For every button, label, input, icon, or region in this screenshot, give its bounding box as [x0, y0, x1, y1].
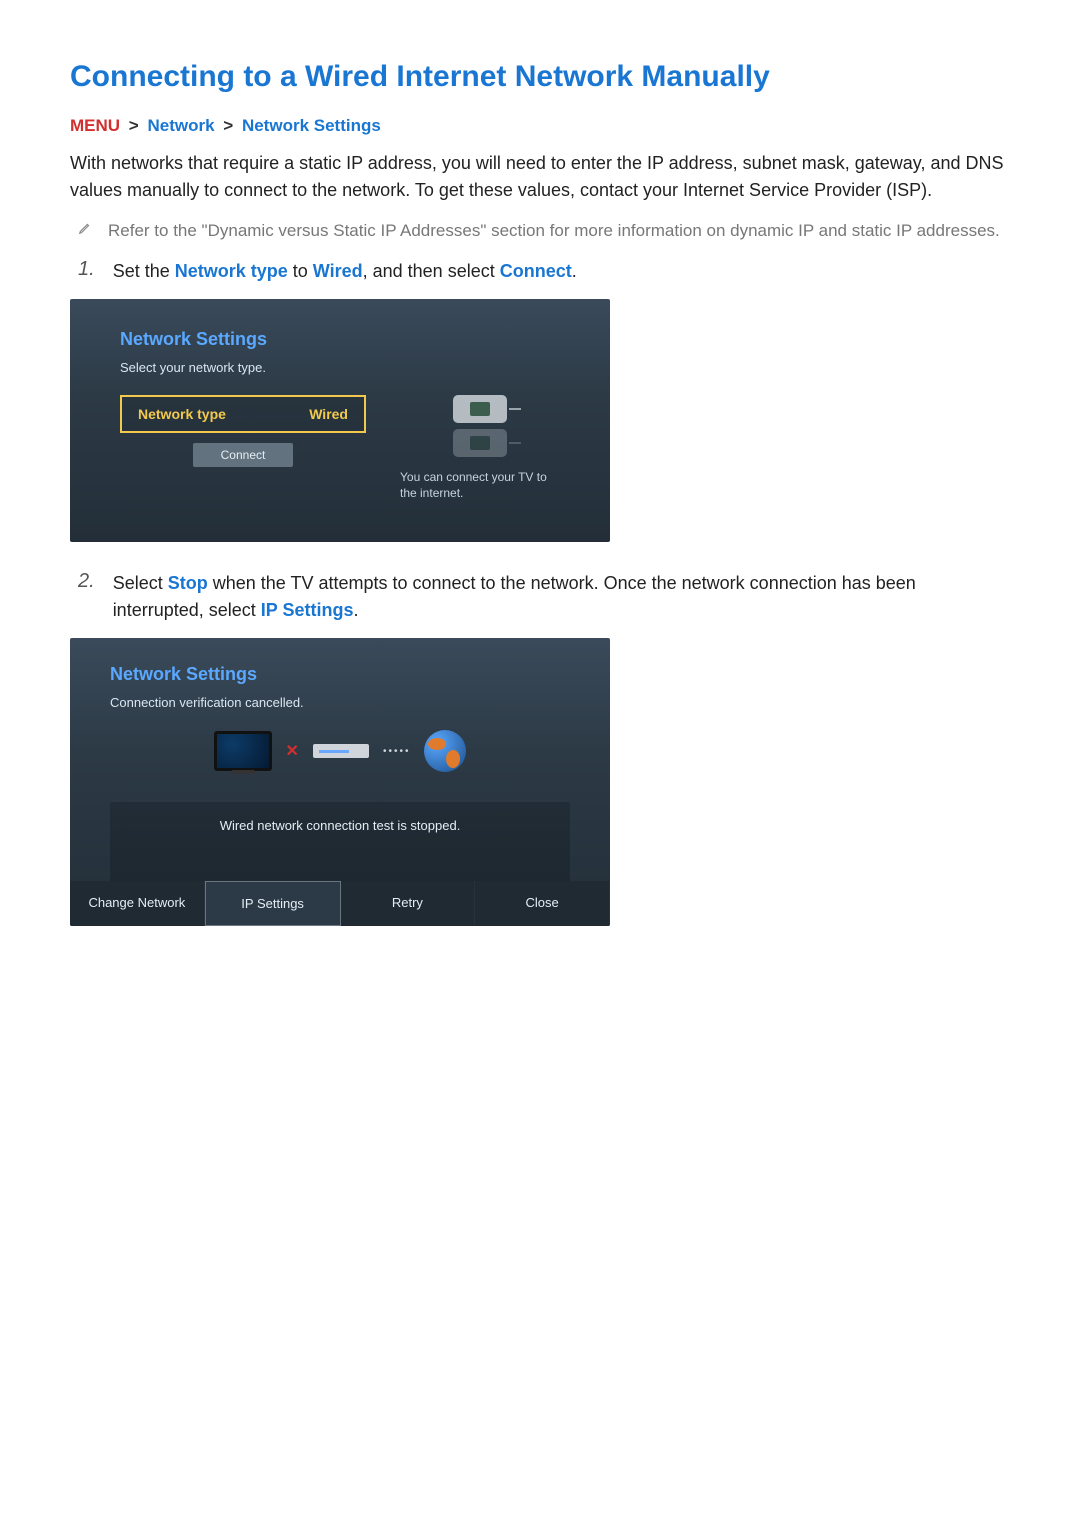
tv-icon	[214, 731, 272, 771]
connection-graphic: ✕ •••••	[110, 730, 570, 772]
change-network-button[interactable]: Change Network	[70, 881, 205, 926]
modem-icon	[313, 744, 369, 758]
breadcrumb-network: Network	[147, 116, 214, 135]
breadcrumb-menu: MENU	[70, 116, 120, 135]
router-icon-faded	[453, 429, 507, 457]
panel2-subtitle: Connection verification cancelled.	[110, 695, 570, 710]
step-2-hl-stop: Stop	[168, 573, 208, 593]
intro-paragraph: With networks that require a static IP a…	[70, 150, 1010, 204]
step-1-number: 1.	[78, 258, 95, 281]
panel1-message: You can connect your TV to the internet.	[400, 469, 560, 503]
close-button[interactable]: Close	[475, 881, 610, 926]
step-1: 1. Set the Network type to Wired, and th…	[78, 258, 1010, 285]
step-1-mid2: , and then select	[363, 261, 500, 281]
router-illustration	[400, 395, 560, 457]
step-1-hl-network-type: Network type	[175, 261, 288, 281]
step-1-hl-wired: Wired	[313, 261, 363, 281]
panel2-status: Wired network connection test is stopped…	[110, 802, 570, 881]
panel-network-settings-1: Network Settings Select your network typ…	[70, 299, 610, 543]
breadcrumb-sep-1: >	[129, 116, 139, 135]
step-2-text: Select Stop when the TV attempts to conn…	[113, 570, 1010, 624]
network-type-value: Wired	[309, 406, 348, 422]
retry-button[interactable]: Retry	[341, 881, 476, 926]
panel1-subtitle: Select your network type.	[120, 360, 560, 375]
note-text: Refer to the "Dynamic versus Static IP A…	[108, 218, 1000, 244]
panel1-title: Network Settings	[120, 329, 560, 350]
panel2-button-bar: Change Network IP Settings Retry Close	[70, 881, 610, 926]
step-1-pre: Set the	[113, 261, 175, 281]
step-2-number: 2.	[78, 570, 95, 593]
connect-button[interactable]: Connect	[193, 443, 293, 467]
breadcrumb-sep-2: >	[223, 116, 233, 135]
ip-settings-button[interactable]: IP Settings	[205, 881, 341, 926]
dots-icon: •••••	[383, 746, 411, 757]
breadcrumb: MENU > Network > Network Settings	[70, 116, 1010, 136]
step-2-end: .	[353, 600, 358, 620]
note-row: Refer to the "Dynamic versus Static IP A…	[78, 218, 1010, 244]
page-title: Connecting to a Wired Internet Network M…	[70, 60, 1010, 94]
network-type-label: Network type	[138, 406, 226, 422]
step-1-text: Set the Network type to Wired, and then …	[113, 258, 577, 285]
step-1-end: .	[572, 261, 577, 281]
panel2-title: Network Settings	[110, 664, 570, 685]
step-2-hl-ip-settings: IP Settings	[261, 600, 354, 620]
panel-network-settings-2: Network Settings Connection verification…	[70, 638, 610, 926]
breadcrumb-network-settings: Network Settings	[242, 116, 381, 135]
pencil-icon	[78, 221, 92, 240]
network-type-row[interactable]: Network type Wired	[120, 395, 366, 433]
router-icon	[453, 395, 507, 423]
step-2: 2. Select Stop when the TV attempts to c…	[78, 570, 1010, 624]
step-1-hl-connect: Connect	[500, 261, 572, 281]
globe-icon	[424, 730, 466, 772]
step-1-mid1: to	[288, 261, 313, 281]
x-icon: ✕	[286, 741, 299, 761]
step-2-pre: Select	[113, 573, 168, 593]
step-2-mid1: when the TV attempts to connect to the n…	[113, 573, 916, 620]
